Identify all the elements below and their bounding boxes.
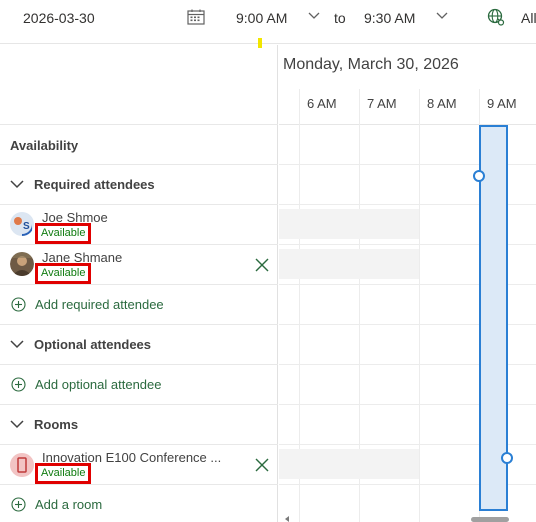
availability-status: Available (41, 267, 86, 279)
grid-line (419, 89, 420, 522)
optional-attendees-section-header[interactable]: Optional attendees (0, 325, 278, 365)
add-room-row[interactable]: Add a room (0, 485, 278, 522)
availability-status: Available (41, 227, 86, 239)
availability-heading: Availability (10, 138, 79, 153)
optional-attendees-title: Optional attendees (34, 337, 152, 352)
schedule-bar (279, 449, 419, 479)
status-badge: Available (35, 223, 92, 244)
availability-row: Availability (0, 125, 278, 165)
add-optional-attendee-button[interactable]: Add optional attendee (35, 377, 162, 392)
date-picker[interactable]: 2026-03-30 (23, 10, 95, 26)
close-icon[interactable] (255, 258, 269, 272)
room-row: Innovation E100 Conference ... Available (0, 445, 278, 485)
horizontal-scrollbar[interactable] (471, 517, 509, 522)
add-required-attendee-button[interactable]: Add required attendee (35, 297, 164, 312)
header-spacer (0, 45, 278, 125)
hour-label: 8 AM (427, 96, 457, 111)
status-badge: Available (35, 263, 92, 284)
selection-start-handle[interactable] (473, 170, 485, 182)
globe-icon[interactable] (487, 8, 505, 26)
chevron-down-icon[interactable] (308, 11, 320, 21)
add-circle-icon[interactable] (11, 297, 26, 312)
rooms-section-header[interactable]: Rooms (0, 405, 278, 445)
required-attendees-title: Required attendees (34, 177, 155, 192)
scroll-left-arrow[interactable] (285, 516, 289, 522)
scheduling-toolbar: 2026-03-30 9:00 AM to 9:30 AM All (0, 0, 536, 44)
availability-status: Available (41, 467, 86, 479)
schedule-bar (279, 249, 419, 279)
end-time-picker[interactable]: 9:30 AM (364, 10, 415, 26)
hour-label: 9 AM (487, 96, 517, 111)
attendee-row: S Joe Shmoe Available (0, 205, 278, 245)
required-attendees-section-header[interactable]: Required attendees (0, 165, 278, 205)
hour-label: 7 AM (367, 96, 397, 111)
timezone-toggle[interactable]: All (521, 10, 536, 26)
chevron-down-icon[interactable] (436, 11, 448, 21)
status-badge: Available (35, 463, 92, 484)
selection-end-handle[interactable] (501, 452, 513, 464)
to-label: to (334, 10, 346, 26)
svg-text:S: S (23, 221, 30, 232)
room-icon (10, 453, 34, 477)
chevron-down-icon[interactable] (10, 180, 24, 189)
add-circle-icon[interactable] (11, 377, 26, 392)
add-required-attendee-row[interactable]: Add required attendee (0, 285, 278, 325)
attendee-list: Availability Required attendees S Joe Sh… (0, 45, 278, 522)
hour-labels: 6 AM 7 AM 8 AM 9 AM (279, 89, 536, 125)
add-circle-icon[interactable] (11, 497, 26, 512)
avatar (10, 252, 34, 276)
add-optional-attendee-row[interactable]: Add optional attendee (0, 365, 278, 405)
day-header: Monday, March 30, 2026 (283, 56, 459, 73)
schedule-timeline: Monday, March 30, 2026 6 AM 7 AM 8 AM 9 … (279, 45, 536, 522)
chevron-down-icon[interactable] (10, 420, 24, 429)
add-room-button[interactable]: Add a room (35, 497, 102, 512)
attendee-row: Jane Shmane Available (0, 245, 278, 285)
avatar: S (10, 212, 34, 236)
rooms-title: Rooms (34, 417, 79, 432)
calendar-icon[interactable] (187, 9, 205, 25)
close-icon[interactable] (255, 458, 269, 472)
start-time-picker[interactable]: 9:00 AM (236, 10, 287, 26)
chevron-down-icon[interactable] (10, 340, 24, 349)
hour-label: 6 AM (307, 96, 337, 111)
schedule-bar (279, 209, 419, 239)
